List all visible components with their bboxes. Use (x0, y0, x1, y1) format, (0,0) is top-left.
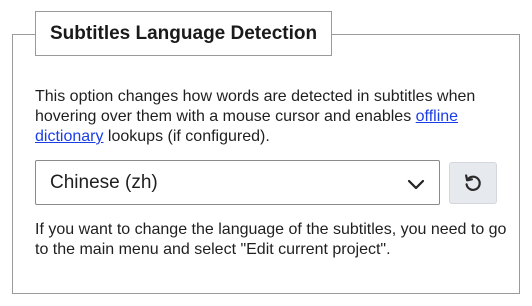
description-text: This option changes how words are detect… (35, 87, 505, 147)
description-after-link: lookups (if configured). (103, 128, 270, 145)
note-text: If you want to change the language of th… (35, 221, 507, 258)
language-select-value: Chinese (zh) (50, 171, 158, 193)
description-before-link: This option changes how words are detect… (35, 88, 476, 125)
section-title: Subtitles Language Detection (35, 11, 333, 56)
language-select[interactable]: Chinese (zh) (35, 160, 440, 205)
reset-icon (465, 174, 481, 191)
chevron-down-icon (407, 179, 425, 190)
section-title-text: Subtitles Language Detection (50, 22, 318, 44)
reset-language-button[interactable] (449, 162, 497, 204)
